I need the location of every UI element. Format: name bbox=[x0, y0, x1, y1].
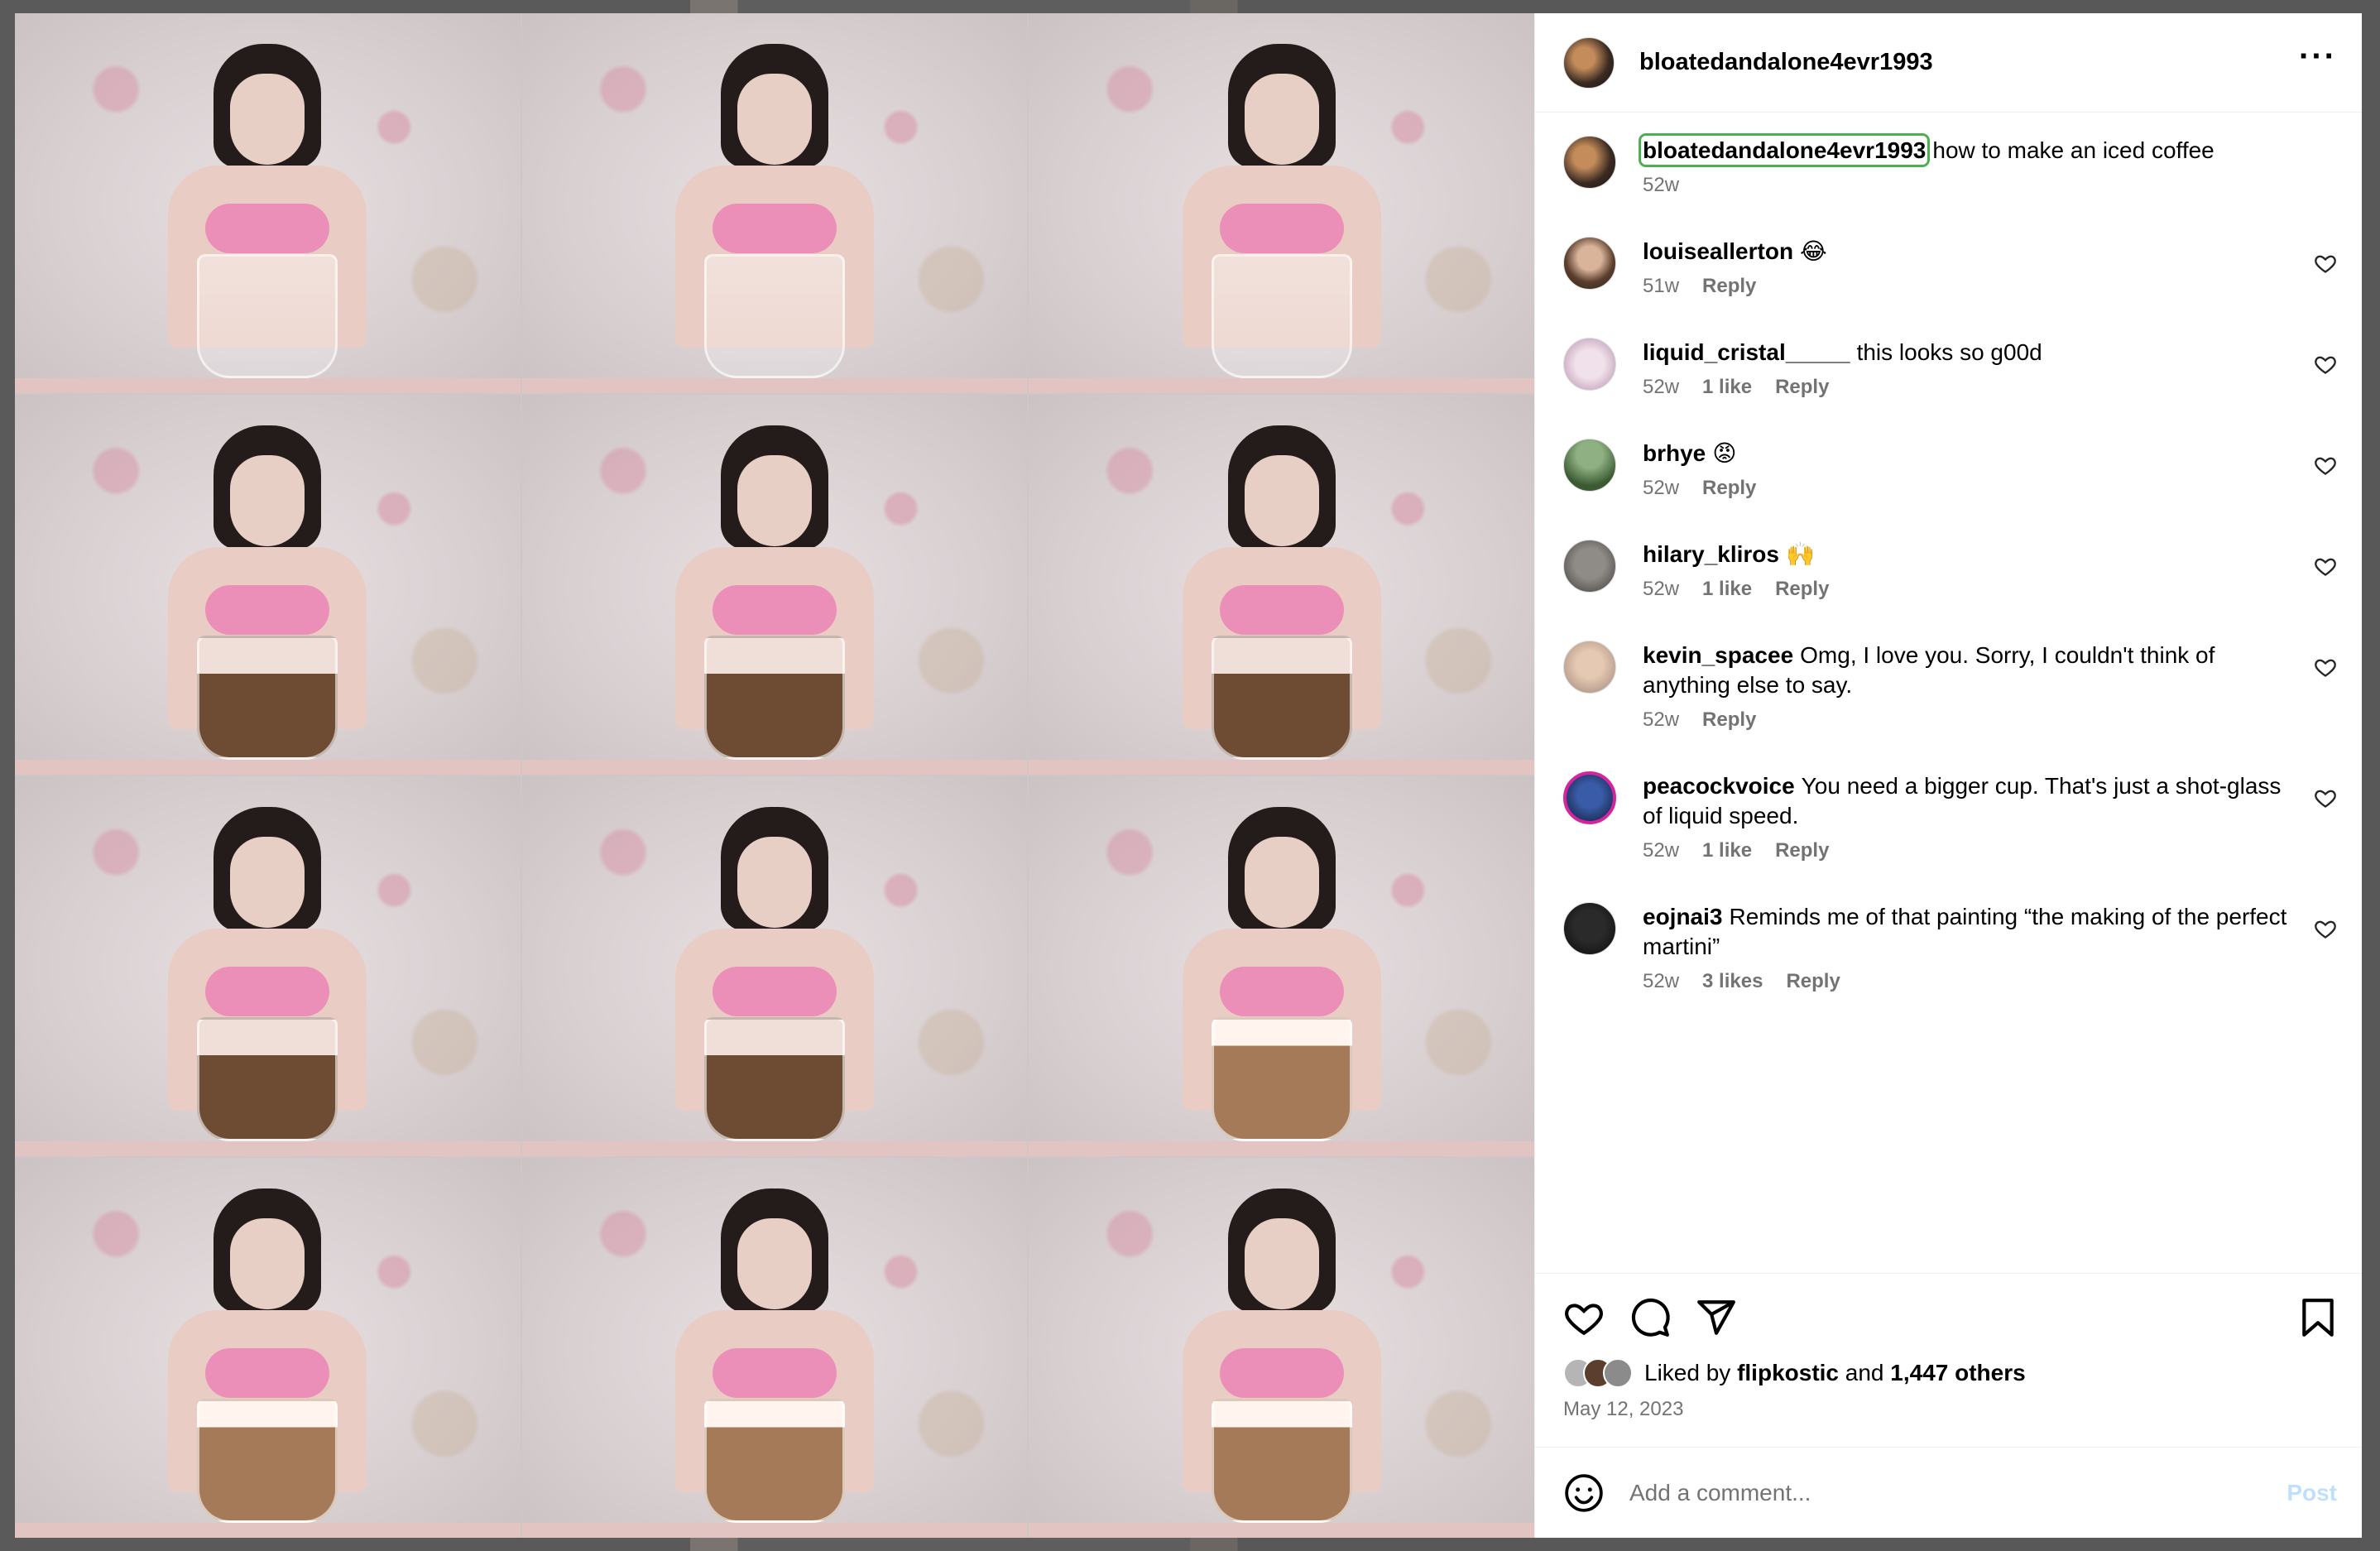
heart-icon[interactable] bbox=[2314, 555, 2337, 578]
reply-button[interactable]: Reply bbox=[1775, 376, 1829, 399]
comment-age[interactable]: 52w bbox=[1643, 708, 1679, 732]
liker-link[interactable]: flipkostic bbox=[1737, 1360, 1839, 1386]
avatar[interactable] bbox=[1563, 540, 1616, 593]
avatar[interactable] bbox=[1563, 902, 1616, 955]
caption: bloatedandalone4evr1993 how to make an ic… bbox=[1563, 133, 2337, 197]
likes-count[interactable]: 3 likes bbox=[1702, 970, 1763, 993]
heart-icon[interactable] bbox=[2314, 353, 2337, 376]
reply-button[interactable]: Reply bbox=[1775, 578, 1829, 601]
comment-age[interactable]: 52w bbox=[1643, 578, 1679, 601]
comment-author[interactable]: peacockvoice bbox=[1643, 773, 1795, 799]
media-tile bbox=[521, 13, 1028, 393]
add-comment-bar: Post bbox=[1535, 1447, 2362, 1538]
post-media[interactable] bbox=[15, 13, 1534, 1538]
likes-count[interactable]: 1 like bbox=[1702, 376, 1752, 399]
post-actions: Liked by flipkostic and 1,447 others May… bbox=[1535, 1273, 2362, 1447]
heart-icon[interactable] bbox=[2314, 252, 2337, 275]
comment-input[interactable] bbox=[1629, 1479, 2287, 1506]
post-header: bloatedandalone4evr1993 ··· bbox=[1535, 13, 2362, 113]
list-item: liquid_cristal_____ this looks so g00d 52… bbox=[1563, 338, 2337, 399]
comment-author[interactable]: liquid_cristal_____ bbox=[1643, 339, 1850, 365]
list-item: brhye 😡 52w Reply bbox=[1563, 439, 2337, 500]
comment-author[interactable]: louiseallerton bbox=[1643, 238, 1793, 264]
list-item: kevin_spacee Omg, I love you. Sorry, I co… bbox=[1563, 641, 2337, 732]
post-comment-button[interactable]: Post bbox=[2286, 1480, 2337, 1506]
avatar[interactable] bbox=[1563, 338, 1616, 391]
list-item: eojnai3 Reminds me of that painting “the … bbox=[1563, 902, 2337, 993]
comments-list[interactable]: bloatedandalone4evr1993 how to make an ic… bbox=[1535, 113, 2362, 1273]
avatar[interactable] bbox=[1563, 771, 1616, 824]
heart-icon[interactable] bbox=[1563, 1297, 1605, 1338]
comment-age[interactable]: 52w bbox=[1643, 376, 1679, 399]
heart-icon[interactable] bbox=[2314, 454, 2337, 477]
caption-author[interactable]: bloatedandalone4evr1993 bbox=[1638, 133, 1931, 167]
comment-text: Reminds me of that painting “the making … bbox=[1643, 904, 2287, 959]
reply-button[interactable]: Reply bbox=[1775, 839, 1829, 862]
comment-text: 🙌 bbox=[1785, 541, 1815, 567]
media-tile bbox=[15, 1158, 521, 1538]
post-date[interactable]: May 12, 2023 bbox=[1563, 1398, 2337, 1421]
bookmark-icon[interactable] bbox=[2299, 1297, 2337, 1338]
comment-text: 😡 bbox=[1712, 440, 1737, 466]
list-item: louiseallerton 😂 51w Reply bbox=[1563, 237, 2337, 298]
reply-button[interactable]: Reply bbox=[1702, 708, 1756, 732]
media-tile bbox=[521, 776, 1028, 1156]
media-tile bbox=[15, 776, 521, 1156]
media-tile bbox=[521, 1158, 1028, 1538]
avatar[interactable] bbox=[1563, 641, 1616, 694]
comment-text: this looks so g00d bbox=[1856, 339, 2042, 365]
comment-text: 😂 bbox=[1800, 238, 1827, 264]
comment-icon[interactable] bbox=[1629, 1297, 1671, 1338]
comment-age[interactable]: 52w bbox=[1643, 174, 1679, 197]
likes-count[interactable]: 1 like bbox=[1702, 839, 1752, 862]
likes-and: and bbox=[1845, 1360, 1884, 1385]
comment-author[interactable]: brhye bbox=[1643, 440, 1706, 466]
post-username[interactable]: bloatedandalone4evr1993 bbox=[1639, 49, 1933, 76]
likes-count[interactable]: 1 like bbox=[1702, 578, 1752, 601]
media-tile bbox=[15, 13, 521, 393]
likes-prefix: Liked by bbox=[1644, 1360, 1731, 1385]
comment-age[interactable]: 52w bbox=[1643, 970, 1679, 993]
post-modal: bloatedandalone4evr1993 ··· bloatedandal… bbox=[15, 13, 2362, 1538]
media-tile bbox=[1029, 395, 1534, 775]
caption-text: how to make an iced coffee bbox=[1932, 137, 2214, 163]
media-tile bbox=[1029, 13, 1534, 393]
liker-avatars bbox=[1563, 1358, 1633, 1388]
post-side-panel: bloatedandalone4evr1993 ··· bloatedandal… bbox=[1534, 13, 2362, 1538]
comment-age[interactable]: 52w bbox=[1643, 839, 1679, 862]
reply-button[interactable]: Reply bbox=[1702, 275, 1756, 298]
comment-author[interactable]: eojnai3 bbox=[1643, 904, 1722, 929]
list-item: peacockvoice You need a bigger cup. That'… bbox=[1563, 771, 2337, 862]
comment-author[interactable]: kevin_spacee bbox=[1643, 642, 1793, 668]
likes-summary: Liked by flipkostic and 1,447 others bbox=[1563, 1358, 2337, 1388]
heart-icon[interactable] bbox=[2314, 917, 2337, 940]
media-tile bbox=[521, 395, 1028, 775]
heart-icon[interactable] bbox=[2314, 655, 2337, 679]
avatar[interactable] bbox=[1563, 136, 1616, 189]
emoji-icon[interactable] bbox=[1563, 1472, 1605, 1514]
comment-age[interactable]: 51w bbox=[1643, 275, 1679, 298]
heart-icon[interactable] bbox=[2314, 786, 2337, 809]
avatar[interactable] bbox=[1563, 237, 1616, 290]
media-tile bbox=[1029, 1158, 1534, 1538]
reply-button[interactable]: Reply bbox=[1702, 477, 1756, 500]
list-item: hilary_kliros 🙌 52w 1 like Reply bbox=[1563, 540, 2337, 601]
likes-others-link[interactable]: 1,447 others bbox=[1890, 1360, 2025, 1386]
more-icon[interactable]: ··· bbox=[2299, 40, 2337, 86]
avatar[interactable] bbox=[1563, 439, 1616, 492]
avatar[interactable] bbox=[1563, 36, 1615, 89]
media-tile bbox=[15, 395, 521, 775]
comment-author[interactable]: hilary_kliros bbox=[1643, 541, 1779, 567]
send-icon[interactable] bbox=[1696, 1297, 1737, 1338]
media-tile bbox=[1029, 776, 1534, 1156]
reply-button[interactable]: Reply bbox=[1786, 970, 1840, 993]
comment-age[interactable]: 52w bbox=[1643, 477, 1679, 500]
